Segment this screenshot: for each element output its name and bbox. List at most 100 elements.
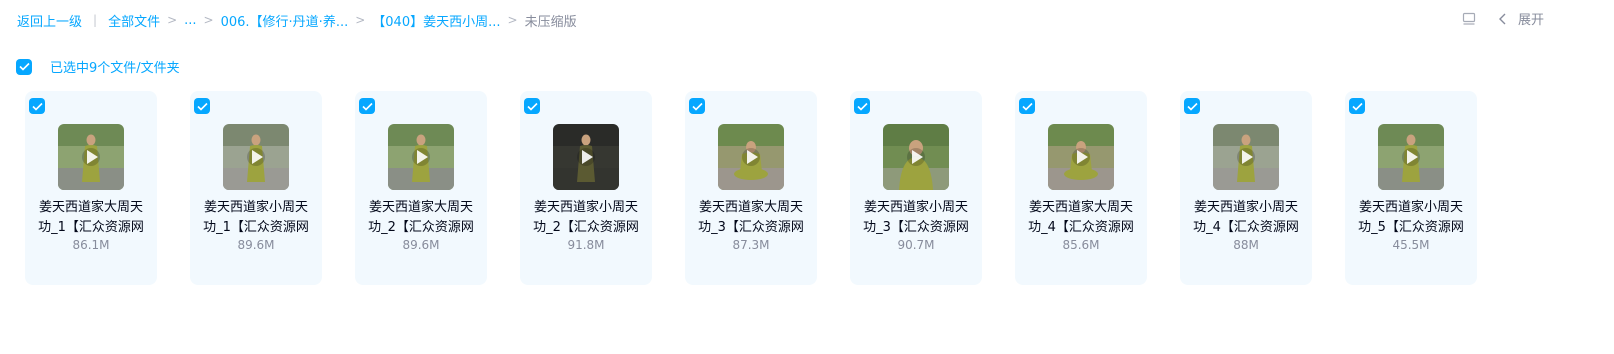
play-icon: [1048, 124, 1114, 190]
file-name: 姜天西道家小周天 功_1【汇众资源网: [198, 198, 314, 238]
file-name-line-1: 姜天西道家小周天: [203, 200, 308, 215]
file-name-line-2: 功_2【汇众资源网: [368, 220, 474, 235]
breadcrumb-separator: >: [507, 13, 518, 27]
file-checkbox[interactable]: [854, 98, 870, 114]
file-size: 45.5M: [1392, 238, 1430, 252]
video-thumbnail[interactable]: [883, 124, 949, 190]
file-size: 89.6M: [402, 238, 440, 252]
check-icon: [1021, 102, 1033, 111]
file-checkbox[interactable]: [689, 98, 705, 114]
play-icon: [883, 124, 949, 190]
expand-button[interactable]: 展开: [1498, 9, 1544, 28]
breadcrumb: 返回上一级 | 全部文件 > ... > 006.【修行·丹道·养... > 【…: [17, 10, 577, 30]
file-card-2[interactable]: 姜天西道家小周天 功_1【汇众资源网 89.6M: [190, 91, 322, 285]
check-icon: [1186, 102, 1198, 111]
file-checkbox[interactable]: [1184, 98, 1200, 114]
play-icon: [1378, 124, 1444, 190]
file-name-line-1: 姜天西道家小周天: [533, 200, 638, 215]
breadcrumb-separator: >: [167, 13, 178, 27]
file-name-line-2: 功_1【汇众资源网: [38, 220, 144, 235]
play-icon: [553, 124, 619, 190]
breadcrumb-folder-1[interactable]: 006.【修行·丹道·养...: [221, 11, 349, 30]
list-view-icon[interactable]: [1461, 11, 1477, 27]
back-link[interactable]: 返回上一级: [17, 11, 82, 30]
video-thumbnail[interactable]: [1213, 124, 1279, 190]
chevron-left-icon: [1498, 13, 1506, 24]
play-icon: [718, 124, 784, 190]
file-name-line-2: 功_3【汇众资源网: [698, 220, 804, 235]
play-icon: [1213, 124, 1279, 190]
file-card-1[interactable]: 姜天西道家大周天 功_1【汇众资源网 86.1M: [25, 91, 157, 285]
file-checkbox[interactable]: [359, 98, 375, 114]
video-thumbnail[interactable]: [718, 124, 784, 190]
video-thumbnail[interactable]: [58, 124, 124, 190]
file-checkbox[interactable]: [194, 98, 210, 114]
file-card-5[interactable]: 姜天西道家大周天 功_3【汇众资源网 87.3M: [685, 91, 817, 285]
file-name-line-1: 姜天西道家大周天: [38, 200, 143, 215]
expand-label: 展开: [1517, 13, 1544, 28]
file-name-line-1: 姜天西道家小周天: [1358, 200, 1463, 215]
file-name-line-1: 姜天西道家大周天: [368, 200, 473, 215]
file-card-3[interactable]: 姜天西道家大周天 功_2【汇众资源网 89.6M: [355, 91, 487, 285]
file-checkbox[interactable]: [29, 98, 45, 114]
all-files-link[interactable]: 全部文件: [108, 11, 160, 30]
breadcrumb-separator: >: [355, 13, 366, 27]
file-name: 姜天西道家大周天 功_2【汇众资源网: [363, 198, 479, 238]
breadcrumb-divider: |: [93, 13, 98, 27]
play-icon: [223, 124, 289, 190]
file-size: 89.6M: [237, 238, 275, 252]
file-name: 姜天西道家小周天 功_3【汇众资源网: [858, 198, 974, 238]
video-thumbnail[interactable]: [223, 124, 289, 190]
check-icon: [361, 102, 373, 111]
file-card-4[interactable]: 姜天西道家小周天 功_2【汇众资源网 91.8M: [520, 91, 652, 285]
file-name-line-2: 功_3【汇众资源网: [863, 220, 969, 235]
file-size: 91.8M: [567, 238, 605, 252]
file-name: 姜天西道家大周天 功_1【汇众资源网: [33, 198, 149, 238]
check-icon: [196, 102, 208, 111]
file-checkbox[interactable]: [1019, 98, 1035, 114]
file-checkbox[interactable]: [524, 98, 540, 114]
file-name-line-1: 姜天西道家小周天: [1193, 200, 1298, 215]
breadcrumb-current: 未压缩版: [524, 14, 577, 30]
file-name-line-2: 功_4【汇众资源网: [1193, 220, 1299, 235]
select-all-checkbox[interactable]: [16, 58, 32, 75]
file-name-line-2: 功_2【汇众资源网: [533, 220, 639, 235]
file-size: 86.1M: [72, 238, 110, 252]
file-name: 姜天西道家小周天 功_2【汇众资源网: [528, 198, 644, 238]
play-icon: [388, 124, 454, 190]
video-thumbnail[interactable]: [388, 124, 454, 190]
video-thumbnail[interactable]: [1378, 124, 1444, 190]
check-icon: [1351, 102, 1363, 111]
file-size: 88M: [1233, 238, 1259, 252]
file-name: 姜天西道家大周天 功_3【汇众资源网: [693, 198, 809, 238]
toolbar-right: 展开: [1461, 9, 1544, 28]
selection-count-text: 已选中9个文件/文件夹: [50, 61, 180, 76]
file-size: 85.6M: [1062, 238, 1100, 252]
breadcrumb-separator: >: [203, 13, 214, 27]
file-card-6[interactable]: 姜天西道家小周天 功_3【汇众资源网 90.7M: [850, 91, 982, 285]
file-size: 87.3M: [732, 238, 770, 252]
play-icon: [58, 124, 124, 190]
file-name: 姜天西道家小周天 功_5【汇众资源网: [1353, 198, 1469, 238]
file-card-8[interactable]: 姜天西道家小周天 功_4【汇众资源网 88M: [1180, 91, 1312, 285]
file-name: 姜天西道家小周天 功_4【汇众资源网: [1188, 198, 1304, 238]
file-checkbox[interactable]: [1349, 98, 1365, 114]
breadcrumb-ellipsis[interactable]: ...: [184, 13, 196, 28]
file-name-line-1: 姜天西道家大周天: [698, 200, 803, 215]
file-name-line-2: 功_1【汇众资源网: [203, 220, 309, 235]
file-name-line-1: 姜天西道家小周天: [863, 200, 968, 215]
video-thumbnail[interactable]: [553, 124, 619, 190]
check-icon: [18, 62, 30, 71]
video-thumbnail[interactable]: [1048, 124, 1114, 190]
file-card-9[interactable]: 姜天西道家小周天 功_5【汇众资源网 45.5M: [1345, 91, 1477, 285]
selection-bar: 已选中9个文件/文件夹: [16, 57, 180, 76]
file-name-line-2: 功_5【汇众资源网: [1358, 220, 1464, 235]
file-grid: 姜天西道家大周天 功_1【汇众资源网 86.1M 姜天西道家小周天 功_1【汇众…: [25, 91, 1510, 285]
file-name-line-1: 姜天西道家大周天: [1028, 200, 1133, 215]
file-size: 90.7M: [897, 238, 935, 252]
file-name-line-2: 功_4【汇众资源网: [1028, 220, 1134, 235]
breadcrumb-folder-2[interactable]: 【040】姜天西小周...: [372, 11, 500, 30]
file-card-7[interactable]: 姜天西道家大周天 功_4【汇众资源网 85.6M: [1015, 91, 1147, 285]
file-name: 姜天西道家大周天 功_4【汇众资源网: [1023, 198, 1139, 238]
check-icon: [31, 102, 43, 111]
